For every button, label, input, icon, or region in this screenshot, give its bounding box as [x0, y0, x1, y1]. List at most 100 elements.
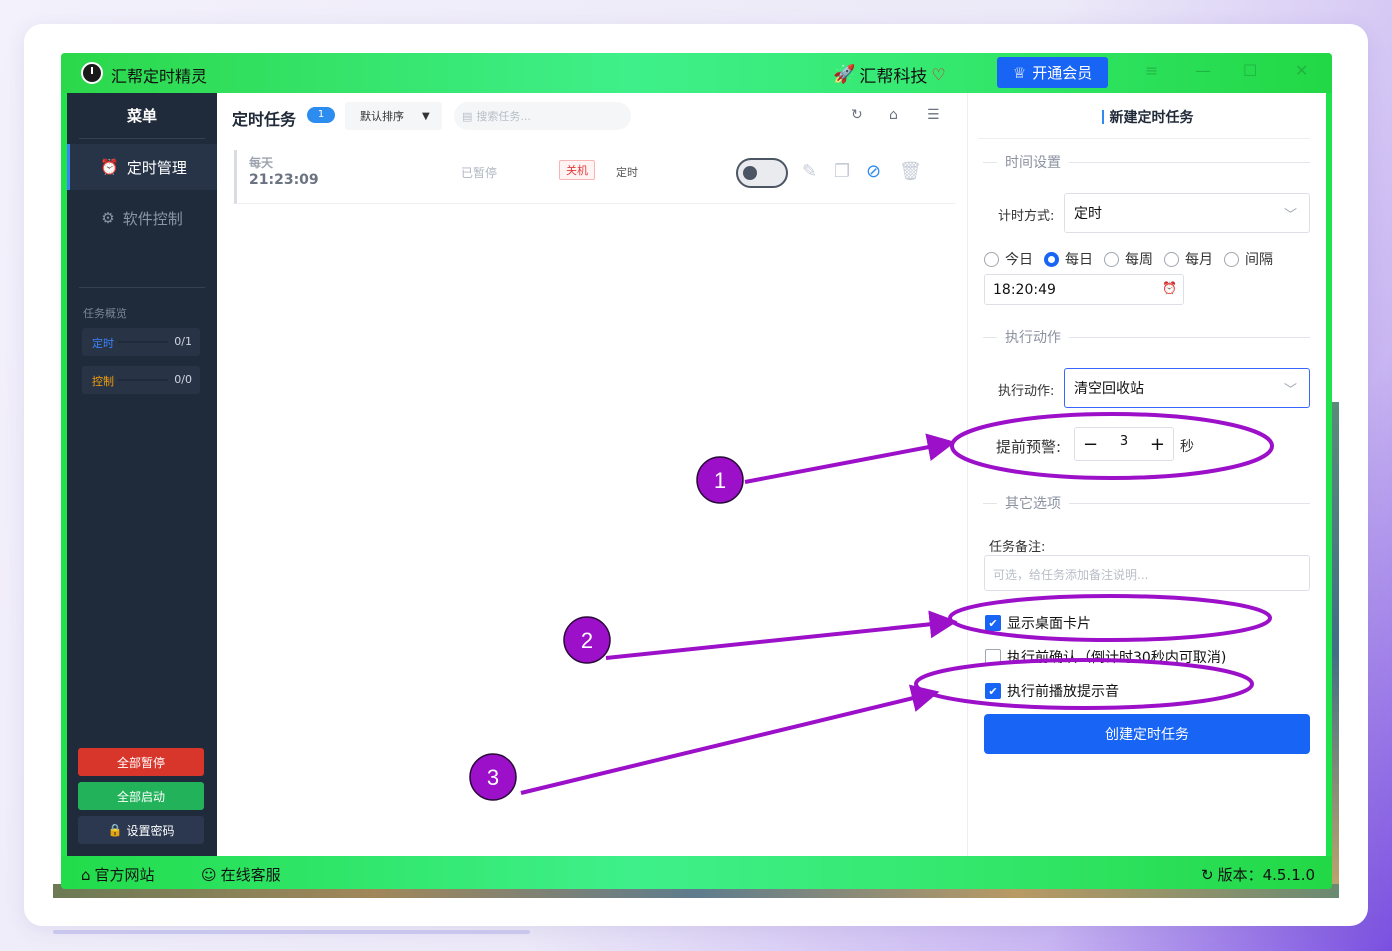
- plus-button[interactable]: +: [1150, 434, 1165, 455]
- note-input[interactable]: 可选，给任务添加备注说明...: [984, 555, 1310, 591]
- rocket-icon: 🚀: [833, 64, 856, 85]
- minus-button[interactable]: −: [1083, 434, 1098, 455]
- action-select[interactable]: 清空回收站 ﹀: [1064, 368, 1310, 408]
- checkbox-play-sound[interactable]: ✔ 执行前播放提示音: [985, 681, 1119, 701]
- log-icon[interactable]: ☰: [927, 107, 940, 123]
- minimize-icon[interactable]: —: [1195, 61, 1211, 80]
- radio-today[interactable]: 今日: [984, 249, 1033, 269]
- nav-item-software-control[interactable]: ⚙ 软件控制: [67, 195, 217, 241]
- panel-title: 新建定时任务: [968, 107, 1327, 127]
- alarm-clock-icon: [81, 62, 103, 84]
- pause-all-button[interactable]: 全部暂停: [78, 748, 204, 776]
- heart-icon: ♡: [931, 65, 946, 84]
- brand-name: 汇帮科技: [859, 67, 928, 87]
- task-toggle[interactable]: [736, 158, 788, 188]
- create-task-button[interactable]: 创建定时任务: [984, 714, 1310, 754]
- time-value: 18:20:49: [993, 281, 1056, 298]
- app-title: 汇帮定时精灵: [111, 67, 208, 86]
- section-time-settings: 时间设置: [983, 154, 1310, 171]
- nav-item-schedule[interactable]: ⏰ 定时管理: [67, 144, 217, 190]
- timer-mode-label: 计时方式:: [998, 209, 1055, 224]
- version-info[interactable]: ↻ 版本：4.5.1.0: [1201, 864, 1315, 885]
- chevron-down-icon: ﹀: [1283, 383, 1297, 398]
- sort-label: 默认排序: [360, 110, 404, 123]
- checkbox-desktop-card[interactable]: ✔ 显示桌面卡片: [985, 613, 1091, 633]
- radio-interval[interactable]: 间隔: [1224, 249, 1273, 269]
- crown-icon: ♕: [1012, 63, 1027, 82]
- section-other: 其它选项: [983, 495, 1310, 512]
- caret-down-icon: ▼: [422, 110, 430, 122]
- new-task-panel: 新建定时任务 时间设置 计时方式: 定时 ﹀ 今日 每日 每周 每月 间隔 18…: [967, 93, 1326, 856]
- task-time: 21:23:09: [249, 172, 319, 188]
- check-icon: ✔: [985, 683, 1001, 699]
- sidebar: 菜单 ⏰ 定时管理 ⚙ 软件控制 任务概览 定时 0/1 控制 0/0 全部暂停…: [67, 93, 217, 856]
- overview-title: 任务概览: [83, 307, 127, 320]
- search-input[interactable]: ▤ 搜索任务...: [454, 102, 631, 130]
- sort-dropdown[interactable]: 默认排序 ▼: [345, 102, 442, 130]
- stat-value: 0/1: [174, 335, 192, 348]
- page-title: 定时任务: [232, 110, 297, 129]
- nav-label: 软件控制: [122, 209, 183, 228]
- section-action: 执行动作: [983, 329, 1310, 346]
- horizontal-scrollbar[interactable]: [53, 930, 530, 934]
- search-placeholder: 搜索任务...: [476, 110, 531, 123]
- trash-icon[interactable]: 🗑: [899, 161, 922, 182]
- stat-timer: 定时 0/1: [82, 328, 200, 356]
- task-frequency: 每天: [249, 156, 274, 170]
- warn-stepper[interactable]: − 3 +: [1074, 427, 1174, 461]
- divider: [79, 138, 205, 139]
- task-list-header: 定时任务 1 默认排序 ▼ ▤ 搜索任务... ↻ ⌂ ☰: [217, 93, 967, 139]
- check-icon: ✔: [985, 615, 1001, 631]
- vip-button-label: 开通会员: [1032, 64, 1093, 82]
- edit-icon[interactable]: ✎: [802, 161, 817, 182]
- import-icon[interactable]: ⌂: [889, 107, 898, 123]
- close-icon[interactable]: ✕: [1295, 61, 1308, 80]
- set-password-button[interactable]: 🔒 设置密码: [78, 816, 204, 844]
- table-row[interactable]: 每天 21:23:09 已暂停 关机 定时 ✎ ❐ ⊘ 🗑: [234, 150, 956, 204]
- stat-control: 控制 0/0: [82, 366, 200, 394]
- start-all-button[interactable]: 全部启动: [78, 782, 204, 810]
- task-action-tag: 关机: [559, 160, 595, 180]
- website-link[interactable]: ⌂ 官方网站: [81, 864, 155, 885]
- divider: [978, 138, 1310, 139]
- copy-icon[interactable]: ❐: [834, 161, 850, 182]
- timer-mode-select[interactable]: 定时 ﹀: [1064, 193, 1310, 233]
- radio-weekly[interactable]: 每周: [1104, 249, 1153, 269]
- title-bar: 汇帮定时精灵 🚀 汇帮科技 ♡ ♕ 开通会员 ≡ — ☐ ✕: [61, 53, 1332, 93]
- refresh-icon[interactable]: ↻: [851, 107, 863, 123]
- gear-icon: ⚙: [101, 209, 115, 227]
- home-icon: ⌂: [81, 865, 91, 884]
- action-label: 执行动作:: [998, 384, 1055, 399]
- divider: [79, 287, 205, 288]
- task-list-panel: 定时任务 1 默认排序 ▼ ▤ 搜索任务... ↻ ⌂ ☰ 每天 21:23:0…: [217, 93, 967, 856]
- menu-icon[interactable]: ≡: [1145, 61, 1158, 80]
- task-status: 已暂停: [461, 166, 498, 180]
- radio-monthly[interactable]: 每月: [1164, 249, 1213, 269]
- lock-icon: 🔒: [107, 823, 123, 837]
- stat-label: 控制: [92, 375, 114, 388]
- warn-unit: 秒: [1180, 439, 1194, 455]
- checkbox-confirm-before[interactable]: 执行前确认（倒计时30秒内可取消): [985, 647, 1226, 667]
- brand: 🚀 汇帮科技 ♡: [833, 62, 946, 87]
- warn-label: 提前预警:: [996, 438, 1062, 456]
- maximize-icon[interactable]: ☐: [1243, 61, 1257, 80]
- alarm-clock-icon: ⏰: [100, 158, 119, 176]
- menu-title: 菜单: [126, 107, 157, 125]
- refresh-icon: ↻: [1201, 865, 1214, 884]
- stat-label: 定时: [92, 337, 114, 350]
- stat-value: 0/0: [174, 373, 192, 386]
- radio-daily[interactable]: 每日: [1044, 249, 1093, 269]
- warn-value: 3: [1119, 433, 1129, 449]
- chevron-down-icon: ﹀: [1283, 208, 1297, 223]
- time-input[interactable]: 18:20:49 ⏰: [984, 274, 1184, 305]
- app-window: 汇帮定时精灵 🚀 汇帮科技 ♡ ♕ 开通会员 ≡ — ☐ ✕ 菜单 ⏰ 定时管理…: [61, 53, 1332, 889]
- nav-label: 定时管理: [126, 158, 187, 177]
- task-type: 定时: [616, 166, 638, 179]
- status-bar: ⌂ 官方网站 ☺ 在线客服 ↻ 版本：4.5.1.0: [61, 856, 1332, 889]
- task-count-badge: 1: [307, 107, 335, 123]
- set-password-label: 设置密码: [126, 823, 175, 838]
- disable-icon[interactable]: ⊘: [866, 161, 881, 182]
- vip-button[interactable]: ♕ 开通会员: [997, 57, 1108, 88]
- headset-icon: ☺: [201, 865, 217, 884]
- support-link[interactable]: ☺ 在线客服: [201, 864, 281, 885]
